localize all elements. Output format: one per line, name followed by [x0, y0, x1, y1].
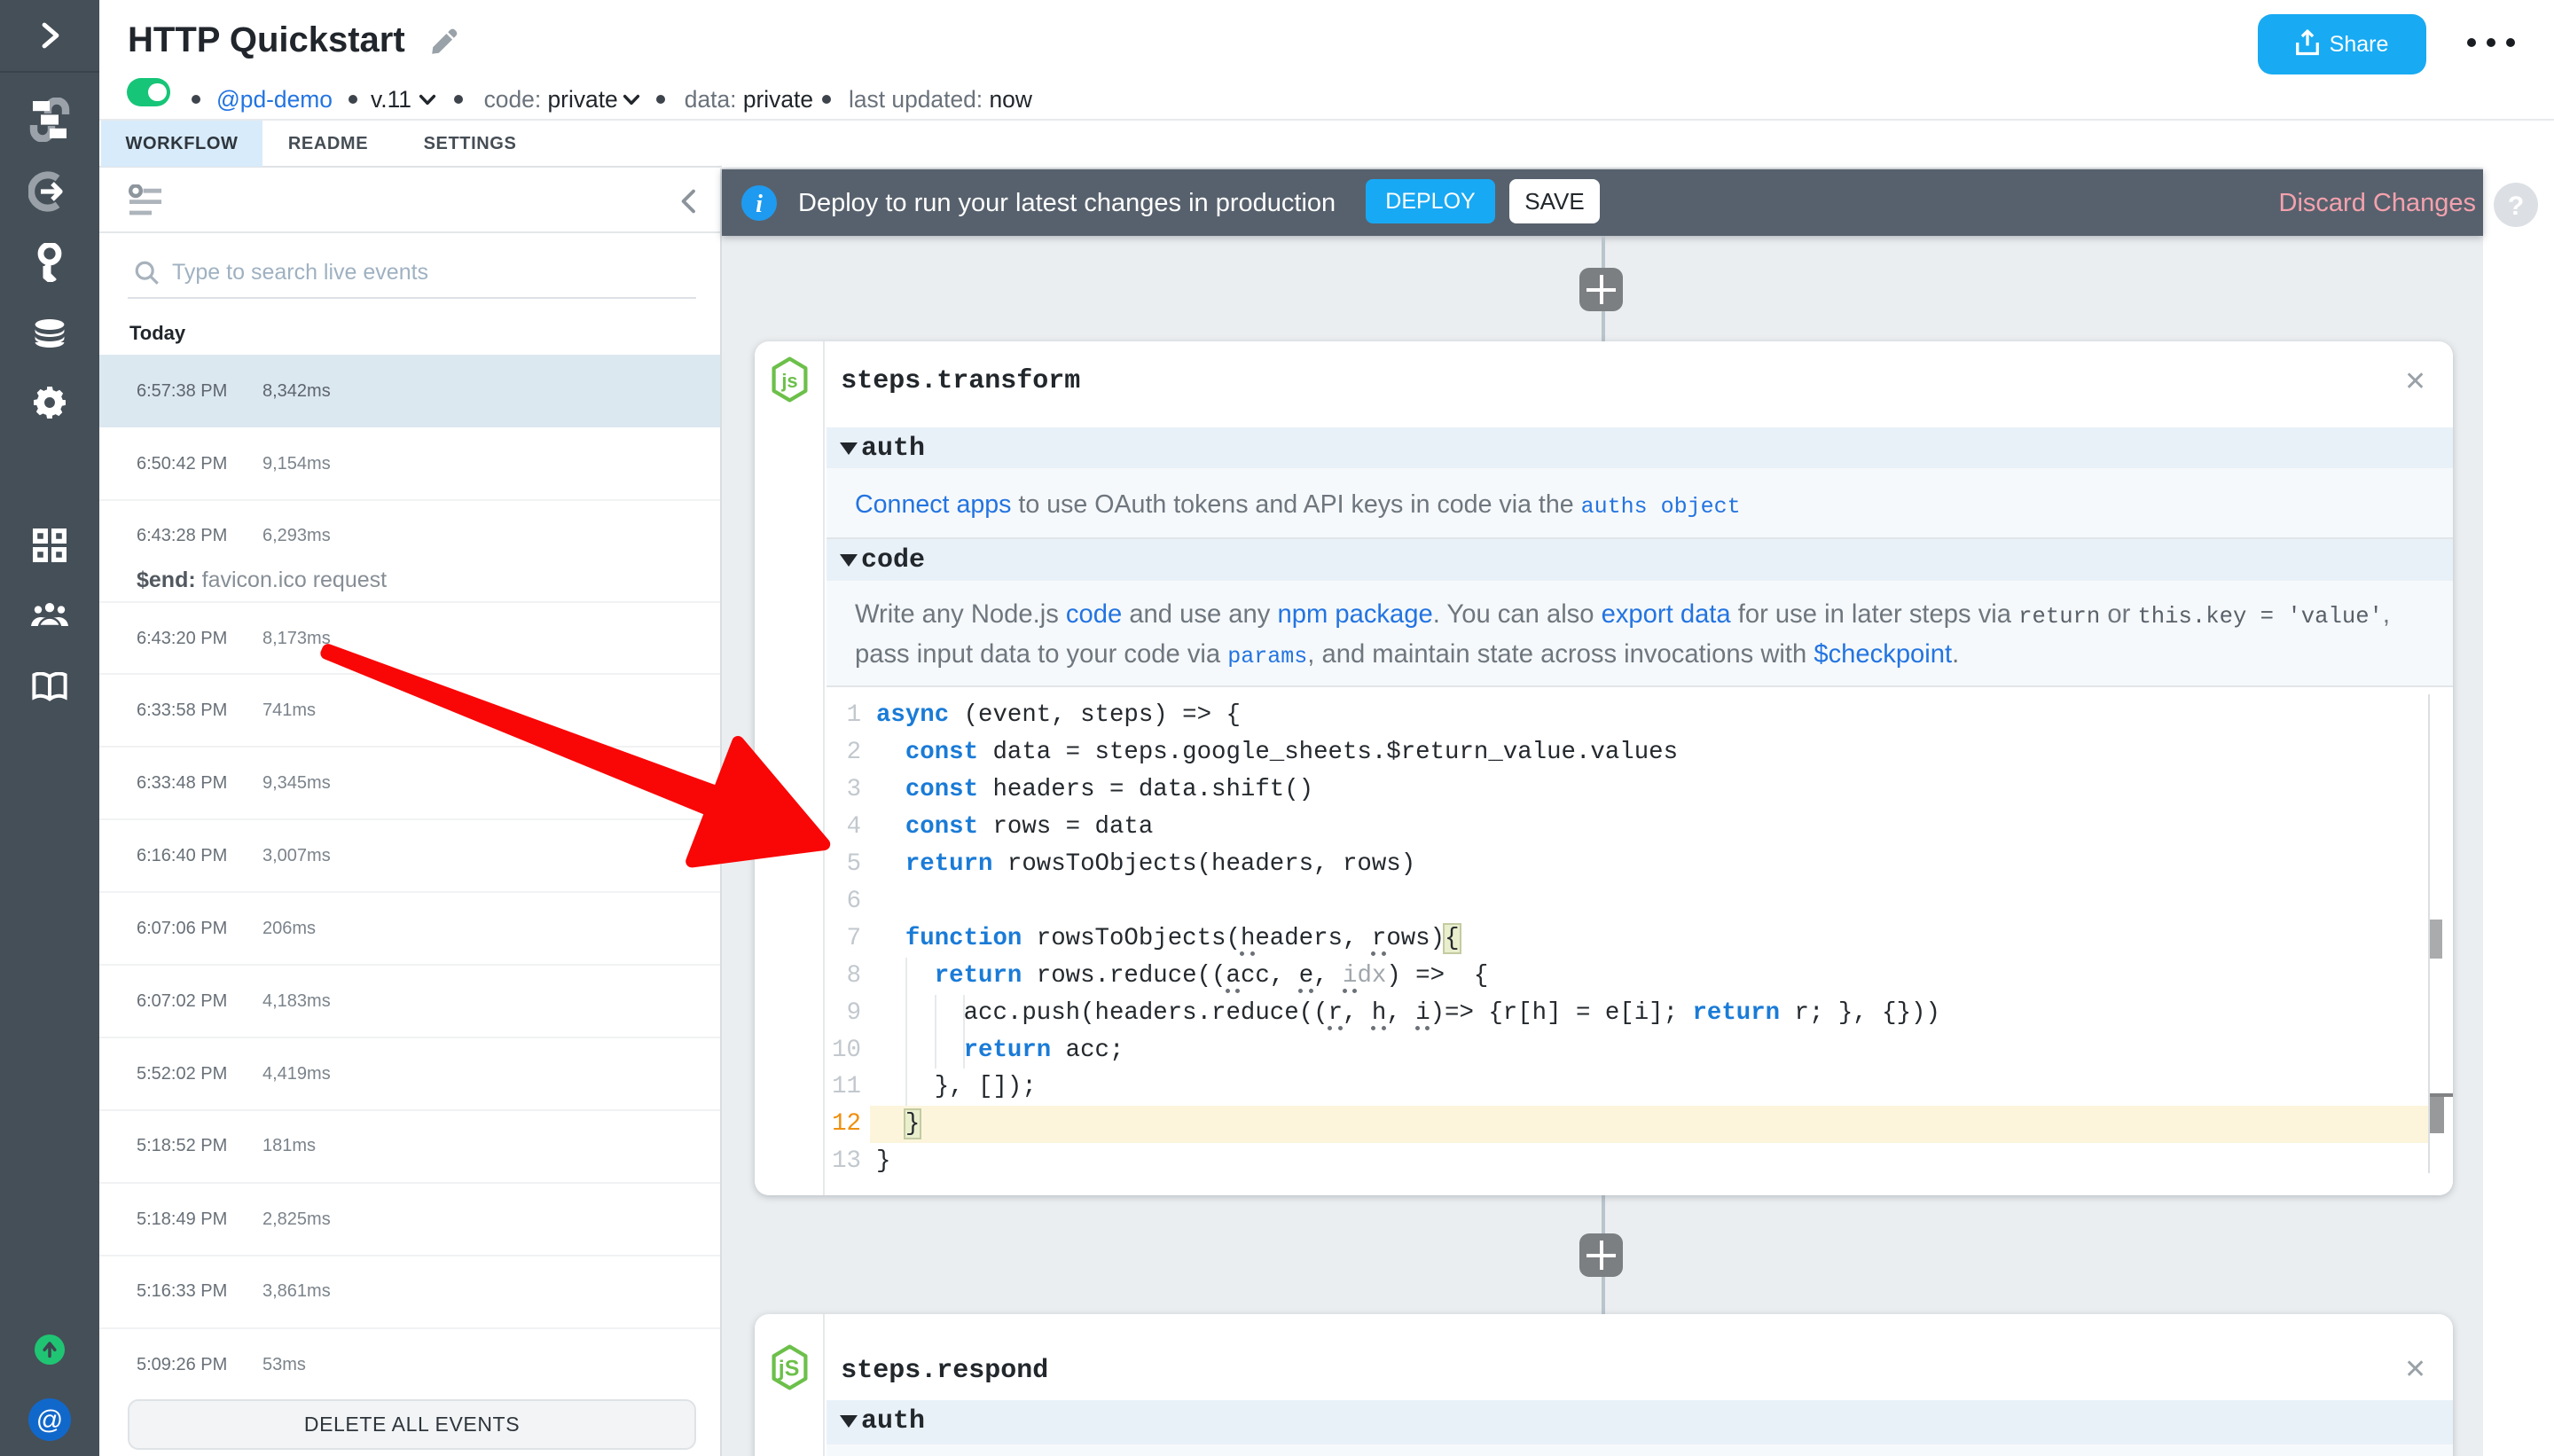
svg-text:@: @ — [36, 1405, 63, 1435]
svg-text:jS: jS — [778, 1357, 800, 1382]
svg-text:i: i — [756, 191, 763, 218]
svg-text:?: ? — [2508, 192, 2524, 221]
svg-text:js: js — [780, 370, 797, 392]
